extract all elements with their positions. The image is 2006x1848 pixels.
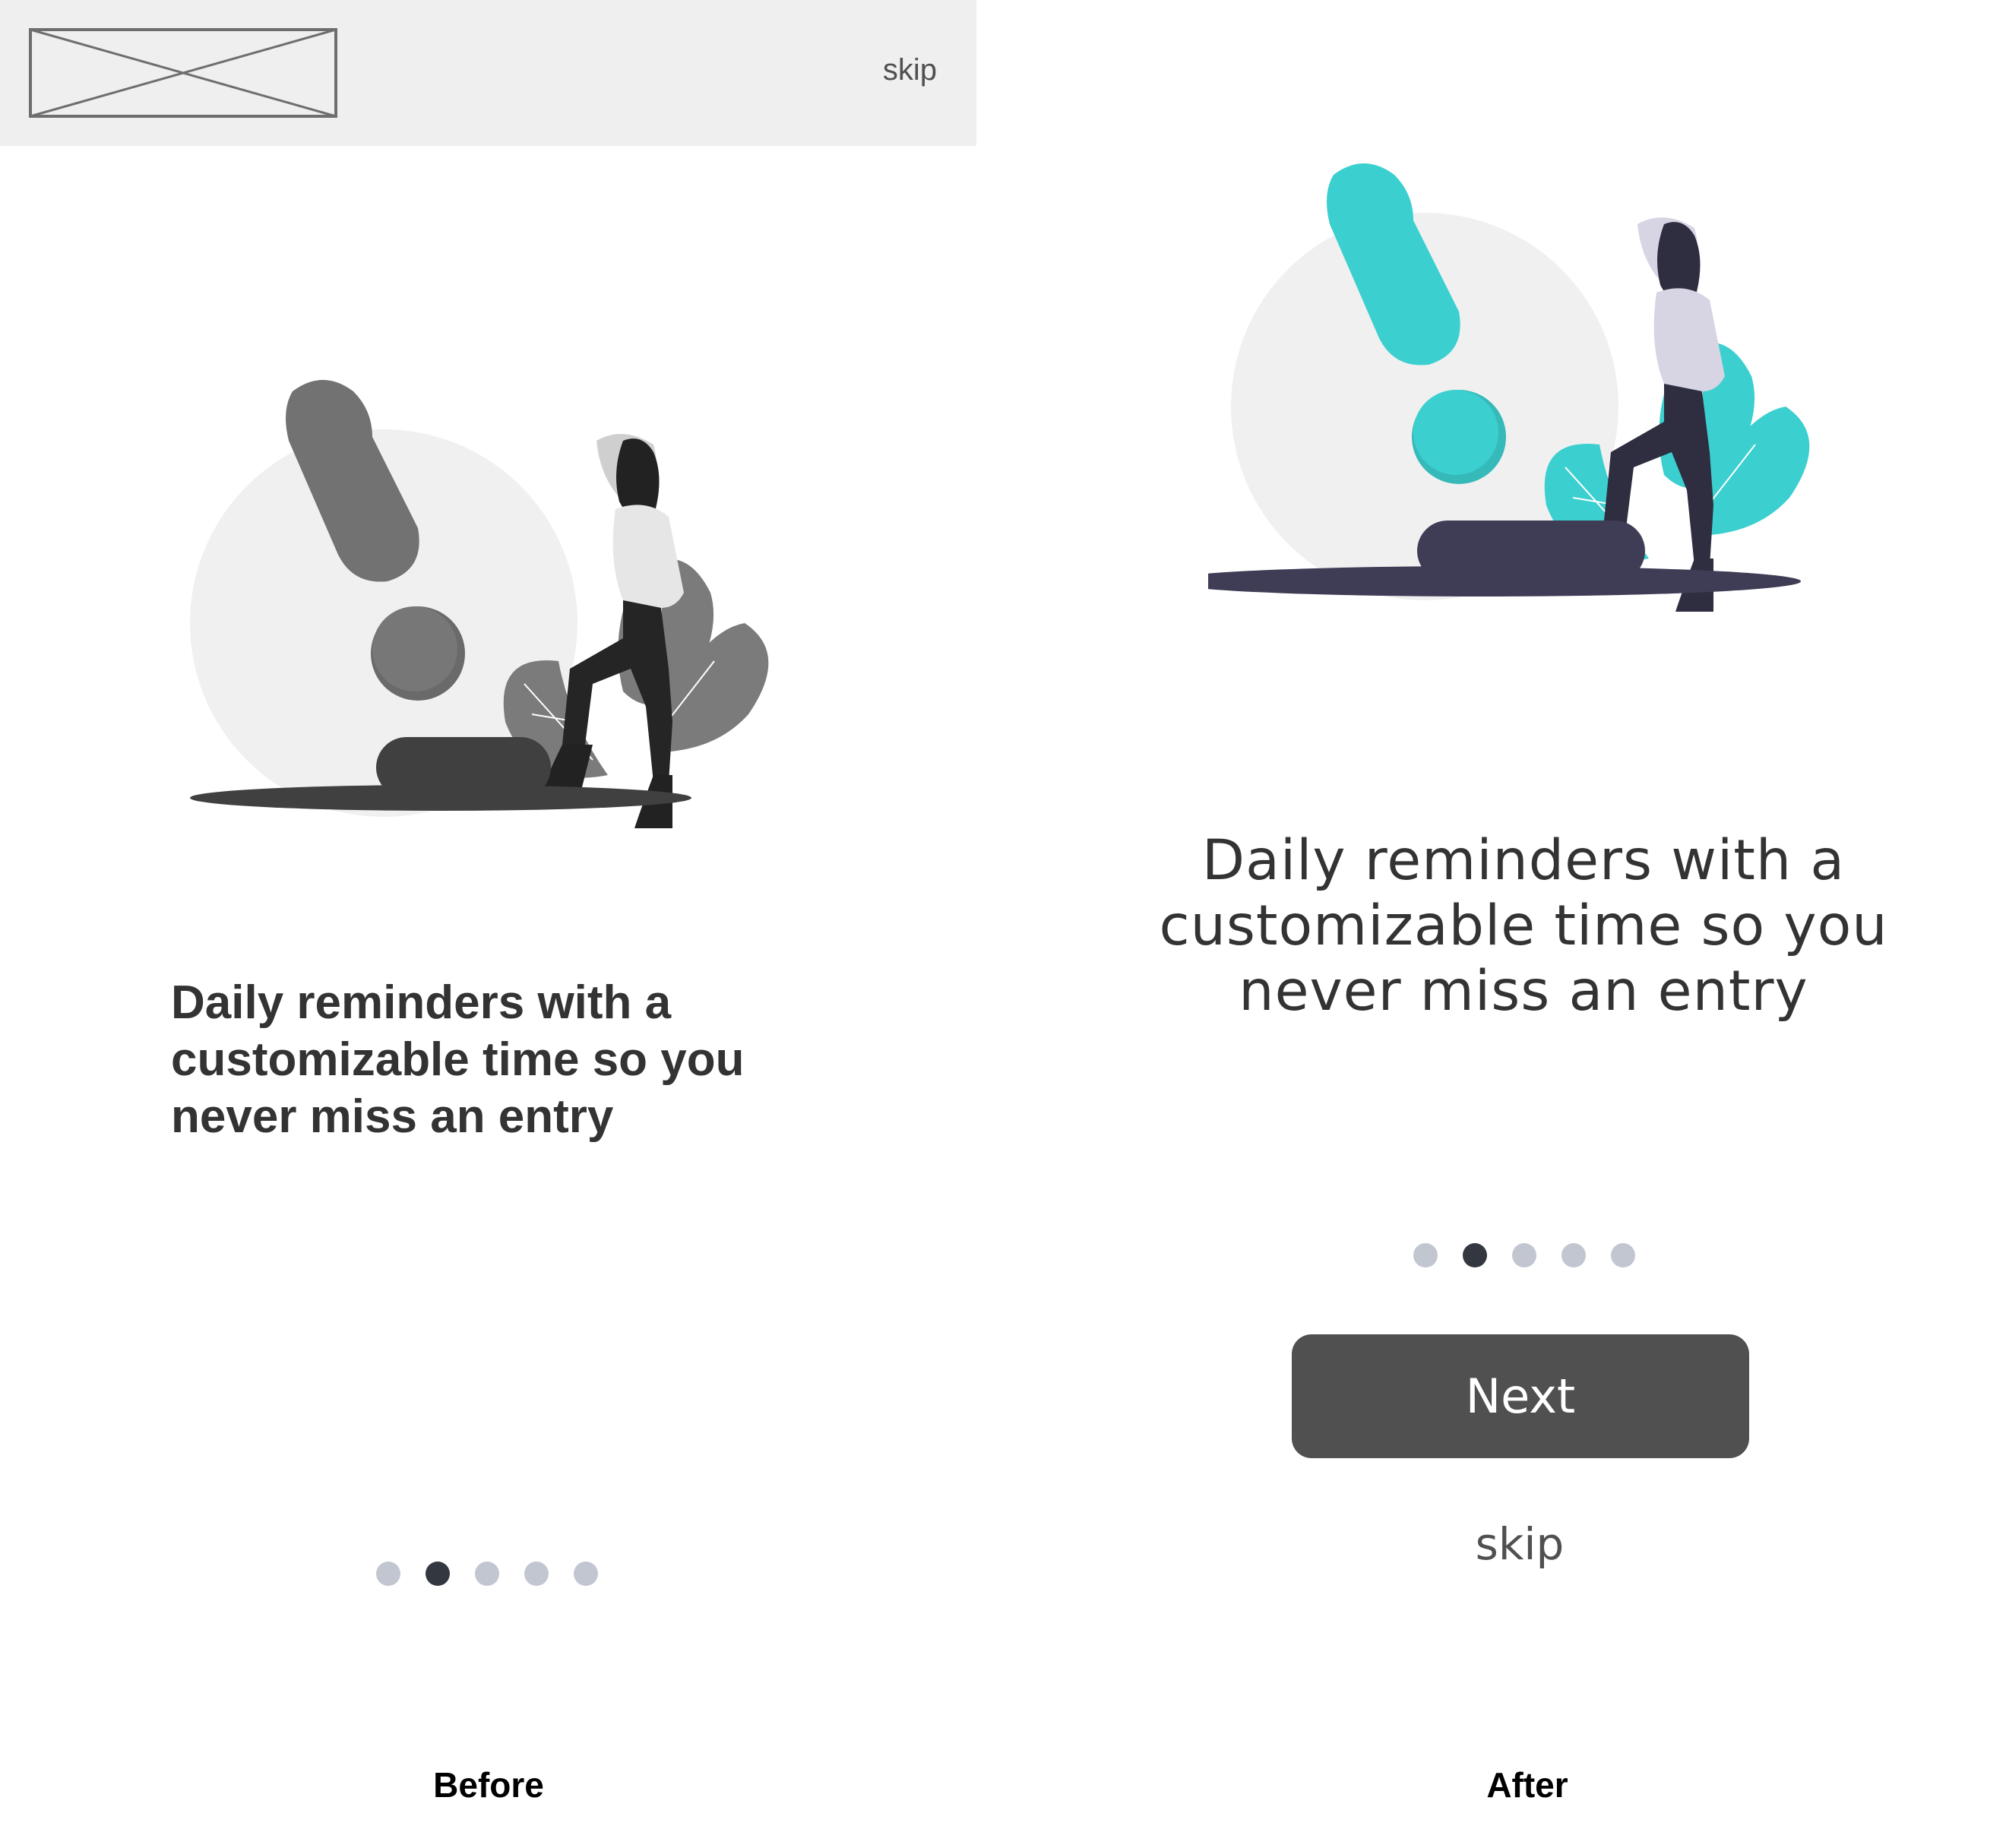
page-dot[interactable] [475, 1562, 499, 1586]
after-caption: After [1486, 1765, 1568, 1805]
onboarding-message: Daily reminders with a customizable time… [1159, 828, 1888, 1024]
before-screen: skip Daily reminders with a customizable [0, 0, 976, 1848]
reminder-illustration [1208, 163, 1810, 612]
reminder-illustration [190, 380, 769, 828]
page-dot-active[interactable] [426, 1562, 450, 1586]
page-dot[interactable] [574, 1562, 598, 1586]
onboarding-message: Daily reminders with a customizable time… [171, 976, 745, 1143]
skip-link[interactable]: skip [1406, 1518, 1634, 1570]
page-dot-active[interactable] [1463, 1243, 1487, 1267]
before-caption: Before [433, 1765, 544, 1805]
next-button[interactable]: Next [1292, 1334, 1749, 1458]
page-dot[interactable] [1413, 1243, 1438, 1267]
logo-placeholder-icon [29, 28, 337, 118]
page-dot[interactable] [1561, 1243, 1586, 1267]
page-dot[interactable] [1611, 1243, 1635, 1267]
page-dot[interactable] [1512, 1243, 1536, 1267]
pagination-dots [376, 1562, 604, 1587]
pagination-dots [1413, 1243, 1641, 1269]
page-dot[interactable] [524, 1562, 549, 1586]
skip-link[interactable]: skip [883, 53, 937, 87]
page-dot[interactable] [376, 1562, 400, 1586]
